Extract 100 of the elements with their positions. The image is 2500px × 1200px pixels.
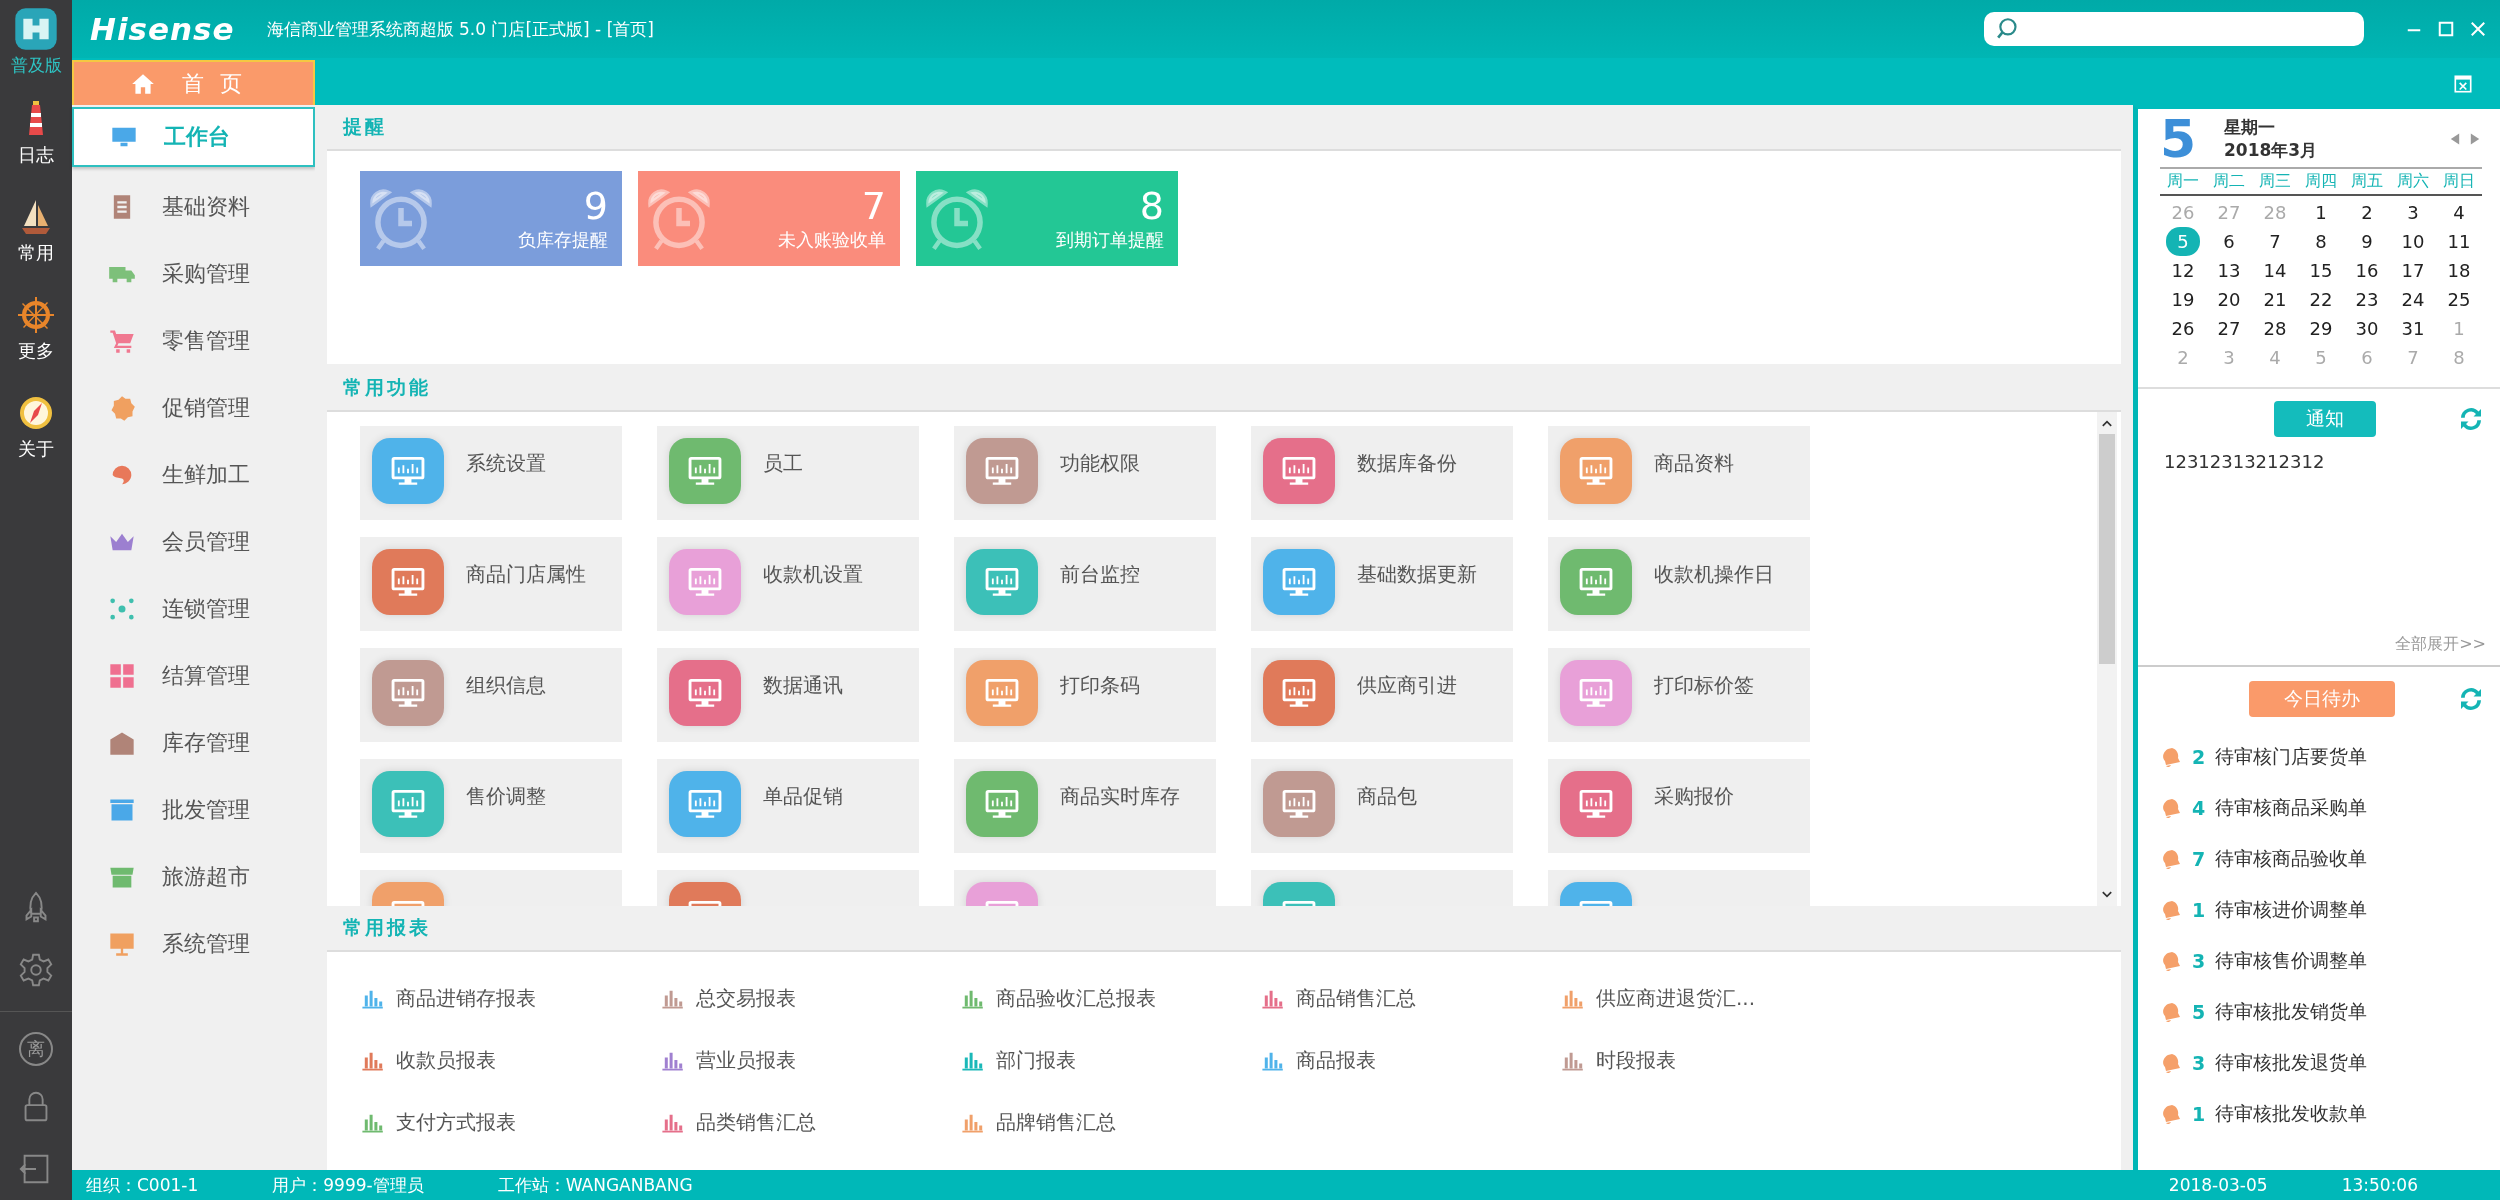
nav-item[interactable]: 结算管理 — [72, 642, 315, 709]
nav-item[interactable]: 促销管理 — [72, 374, 315, 441]
nav-item[interactable]: 批发管理 — [72, 776, 315, 843]
away-button[interactable]: 离 — [19, 1032, 53, 1066]
todo-link[interactable]: 待审核门店要货单 — [2215, 743, 2368, 770]
calendar-day[interactable]: 21 — [2258, 285, 2292, 314]
function-tile[interactable]: 商品资料 — [1548, 426, 1810, 520]
nav-item[interactable]: 零售管理 — [72, 307, 315, 374]
report-link[interactable]: 品牌销售汇总 — [960, 1100, 1116, 1144]
calendar-day[interactable]: 1 — [2304, 198, 2338, 227]
calendar-day[interactable]: 4 — [2442, 198, 2476, 227]
calendar-day[interactable]: 24 — [2396, 285, 2430, 314]
function-tile[interactable]: 售价调整 — [360, 759, 622, 853]
calendar-day[interactable]: 18 — [2442, 256, 2476, 285]
calendar-day[interactable]: 8 — [2304, 227, 2338, 256]
calendar-day[interactable]: 9 — [2350, 227, 2384, 256]
function-tile[interactable]: 数据库备份 — [1251, 426, 1513, 520]
function-tile[interactable]: 采购报价 — [1548, 759, 1810, 853]
nav-item[interactable]: 基础资料 — [72, 173, 315, 240]
function-tile[interactable]: 数据通讯 — [657, 648, 919, 742]
report-link[interactable]: 支付方式报表 — [360, 1100, 516, 1144]
calendar-day[interactable]: 13 — [2212, 256, 2246, 285]
report-link[interactable]: 商品销售汇总 — [1260, 976, 1416, 1020]
report-link[interactable]: 营业员报表 — [660, 1038, 796, 1082]
report-link[interactable]: 总交易报表 — [660, 976, 796, 1020]
nav-item[interactable]: 旅游超市 — [72, 843, 315, 910]
calendar-day[interactable]: 16 — [2350, 256, 2384, 285]
function-tile[interactable]: 基础数据更新 — [1251, 537, 1513, 631]
function-tile[interactable]: 员工 — [657, 426, 919, 520]
sidebar-item[interactable]: 日志 — [16, 99, 56, 167]
todo-link[interactable]: 待审核批发退货单 — [2215, 1049, 2368, 1076]
todo-link[interactable]: 待审核商品采购单 — [2215, 794, 2368, 821]
calendar-day[interactable]: 20 — [2212, 285, 2246, 314]
todo-link[interactable]: 待审核进价调整单 — [2215, 896, 2368, 923]
report-link[interactable]: 时段报表 — [1560, 1038, 1676, 1082]
reminder-count: 9 — [583, 184, 608, 229]
function-tile[interactable]: 商品包 — [1251, 759, 1513, 853]
nav-item[interactable]: 库存管理 — [72, 709, 315, 776]
calendar-day[interactable]: 17 — [2396, 256, 2430, 285]
calendar-day[interactable]: 14 — [2258, 256, 2292, 285]
report-link[interactable]: 收款员报表 — [360, 1038, 496, 1082]
function-tile[interactable]: 商品门店属性 — [360, 537, 622, 631]
calendar-day[interactable]: 10 — [2396, 227, 2430, 256]
calendar-day[interactable]: 28 — [2258, 314, 2292, 343]
sidebar-item[interactable]: 更多 — [16, 295, 56, 363]
function-tile[interactable]: 商品实时库存 — [954, 759, 1216, 853]
nav-item[interactable]: 连锁管理 — [72, 575, 315, 642]
close-tab-icon[interactable] — [2452, 73, 2474, 95]
todo-link[interactable]: 待审核商品验收单 — [2215, 845, 2368, 872]
date-status: 2018-03-05 — [2168, 1175, 2268, 1195]
report-link[interactable]: 商品验收汇总报表 — [960, 976, 1156, 1020]
calendar-day[interactable]: 29 — [2304, 314, 2338, 343]
report-link[interactable]: 品类销售汇总 — [660, 1100, 816, 1144]
calendar-day[interactable]: 22 — [2304, 285, 2338, 314]
search-field[interactable] — [1984, 12, 2364, 46]
function-tile[interactable]: 收款机操作日 — [1548, 537, 1810, 631]
function-tile[interactable]: 系统设置 — [360, 426, 622, 520]
maximize-icon[interactable] — [2436, 19, 2456, 39]
todo-link[interactable]: 待审核批发收款单 — [2215, 1100, 2368, 1127]
report-link[interactable]: 部门报表 — [960, 1038, 1076, 1082]
calendar-day[interactable]: 30 — [2350, 314, 2384, 343]
calendar-day-number: 5 — [2160, 113, 2198, 165]
function-tile[interactable]: 打印标价签 — [1548, 648, 1810, 742]
report-link[interactable]: 商品报表 — [1260, 1038, 1376, 1082]
calendar-day[interactable]: 25 — [2442, 285, 2476, 314]
function-tile[interactable]: 前台监控 — [954, 537, 1216, 631]
nav-item[interactable]: 系统管理 — [72, 910, 315, 977]
close-icon[interactable] — [2468, 19, 2488, 39]
settings-icon[interactable] — [17, 951, 55, 989]
sidebar-item[interactable]: 关于 — [16, 393, 56, 461]
report-link[interactable]: 供应商进退货汇... — [1560, 976, 1756, 1020]
scrollbar[interactable] — [2097, 412, 2117, 906]
calendar-day[interactable]: 2 — [2350, 198, 2384, 227]
calendar-day[interactable]: 11 — [2442, 227, 2476, 256]
calendar-day[interactable]: 12 — [2166, 256, 2200, 285]
function-tile[interactable]: 收款机设置 — [657, 537, 919, 631]
calendar-day[interactable]: 6 — [2212, 227, 2246, 256]
todo-link[interactable]: 待审核批发销货单 — [2215, 998, 2368, 1025]
nav-item[interactable]: 生鲜加工 — [72, 441, 315, 508]
calendar-day[interactable]: 26 — [2166, 314, 2200, 343]
month-label: 2018年3月 — [2224, 139, 2318, 162]
calendar-day[interactable]: 15 — [2304, 256, 2338, 285]
nav-item[interactable]: 采购管理 — [72, 240, 315, 307]
nav-item[interactable]: 会员管理 — [72, 508, 315, 575]
function-tile[interactable]: 打印条码 — [954, 648, 1216, 742]
calendar-day[interactable]: 31 — [2396, 314, 2430, 343]
report-link[interactable]: 商品进销存报表 — [360, 976, 536, 1020]
function-tile[interactable]: 供应商引进 — [1251, 648, 1513, 742]
todo-count: 2 — [2192, 745, 2206, 768]
time-status: 13:50:06 — [2341, 1175, 2418, 1195]
function-tile[interactable]: 组织信息 — [360, 648, 622, 742]
function-tile[interactable]: 功能权限 — [954, 426, 1216, 520]
sidebar-item[interactable]: 常用 — [16, 197, 56, 265]
calendar-day[interactable]: 7 — [2258, 227, 2292, 256]
todo-link[interactable]: 待审核售价调整单 — [2215, 947, 2368, 974]
function-tile[interactable]: 单品促销 — [657, 759, 919, 853]
calendar-day[interactable]: 23 — [2350, 285, 2384, 314]
calendar-day[interactable]: 3 — [2396, 198, 2430, 227]
calendar-day[interactable]: 19 — [2166, 285, 2200, 314]
calendar-day[interactable]: 27 — [2212, 314, 2246, 343]
